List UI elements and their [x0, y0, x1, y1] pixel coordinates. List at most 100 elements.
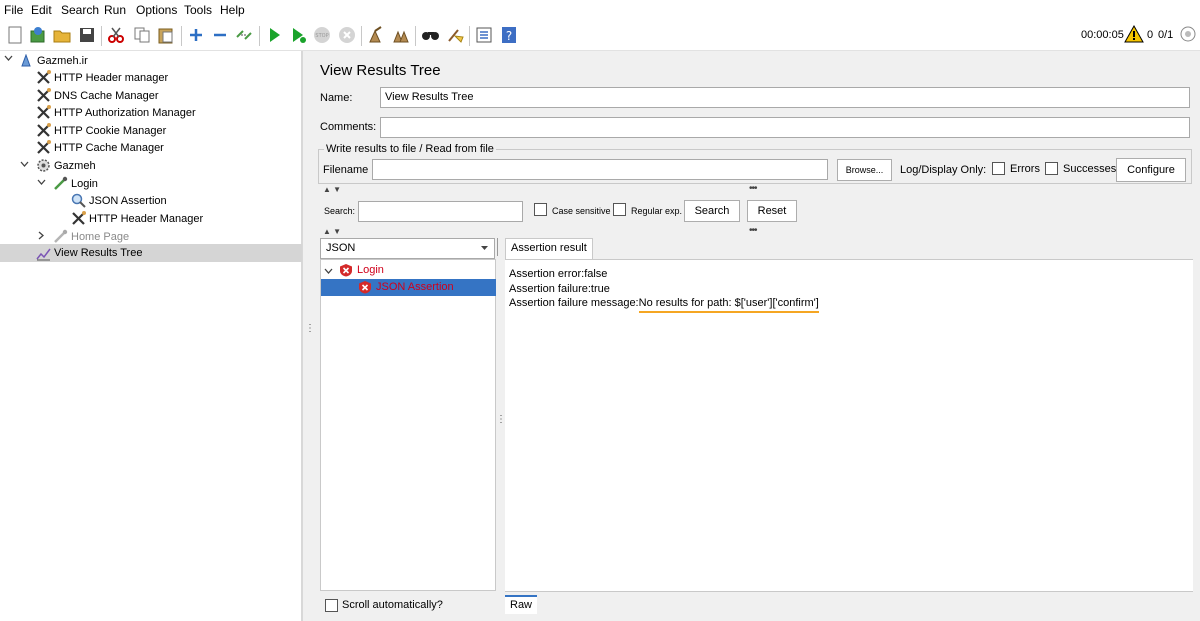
warning-count: 0 [1147, 29, 1154, 41]
tree-item-label: DNS Cache Manager [54, 89, 159, 102]
remote-icon[interactable] [1179, 25, 1197, 46]
tree-item-label: HTTP Cookie Manager [54, 124, 167, 137]
wrench-icon [35, 105, 51, 121]
start-icon[interactable] [263, 24, 285, 46]
chevron-down-icon [480, 243, 489, 255]
tree-item-view-results-tree[interactable]: View Results Tree [0, 244, 302, 262]
save-icon[interactable] [76, 24, 98, 46]
expand-icon[interactable] [185, 24, 207, 46]
browse-button[interactable]: Browse... [837, 159, 892, 181]
wrench-icon [35, 88, 51, 104]
case-sensitive-checkbox[interactable] [534, 203, 547, 216]
chevron-down-icon[interactable] [20, 160, 29, 171]
toolbar-separator [361, 26, 362, 46]
chevron-down-icon[interactable] [37, 178, 46, 189]
chevron-down-icon[interactable] [4, 54, 13, 65]
tab-scroll-indicator [497, 238, 498, 256]
tree-item-dns-cache-manager[interactable]: DNS Cache Manager [35, 87, 159, 104]
help-icon[interactable]: ? [498, 24, 520, 46]
search-button[interactable]: Search [684, 200, 740, 222]
clear-all-icon[interactable] [390, 24, 412, 46]
assertion-result-panel: Assertion error:false Assertion failure:… [505, 259, 1193, 591]
configure-button[interactable]: Configure [1116, 158, 1186, 182]
wrench-icon [35, 70, 51, 86]
tab-raw[interactable]: Raw [505, 595, 538, 614]
case-sensitive-label: Case sensitive [552, 206, 611, 216]
raw-tab-divider [505, 591, 1193, 592]
chevron-down-icon[interactable] [324, 267, 333, 279]
divider-collapse-icon[interactable]: ▲ ▼ [323, 185, 341, 194]
tree-item-root[interactable]: Gazmeh.ir [18, 52, 88, 69]
menu-options[interactable]: Options [136, 3, 177, 17]
sample-label: Login [357, 264, 384, 276]
tab-assertion-result[interactable]: Assertion result [505, 238, 593, 259]
tree-item-thread-group[interactable]: Gazmeh [35, 157, 96, 174]
menu-run[interactable]: Run [104, 3, 126, 17]
menu-search[interactable]: Search [61, 3, 99, 17]
shutdown-icon[interactable] [336, 24, 358, 46]
log-display-label: Log/Display Only: [900, 164, 987, 176]
renderer-select[interactable]: JSON [320, 238, 495, 259]
main-splitter[interactable]: ⋮ [302, 51, 315, 621]
templates-icon[interactable] [27, 24, 49, 46]
open-icon[interactable] [51, 24, 73, 46]
menu-edit[interactable]: Edit [31, 3, 52, 17]
name-label: Name: [320, 92, 353, 104]
divider-collapse-icon[interactable]: ▲ ▼ [323, 227, 341, 236]
tree-item-label: Login [71, 177, 98, 190]
errors-checkbox[interactable] [992, 162, 1005, 175]
tree-item-http-header-manager[interactable]: HTTP Header manager [35, 69, 168, 86]
regex-checkbox[interactable] [613, 203, 626, 216]
chevron-right-icon[interactable] [37, 231, 46, 242]
divider-grip[interactable]: ••• [749, 225, 757, 236]
tree-item-http-cache-manager[interactable]: HTTP Cache Manager [35, 139, 164, 156]
page-title: View Results Tree [320, 62, 441, 79]
wrench-icon [35, 123, 51, 139]
sample-login[interactable]: Login [339, 263, 384, 277]
sample-result-tree: Login JSON Assertion [320, 259, 496, 591]
new-icon[interactable] [4, 24, 26, 46]
successes-checkbox[interactable] [1045, 162, 1058, 175]
menu-help[interactable]: Help [220, 3, 245, 17]
warning-icon[interactable] [1124, 24, 1144, 46]
start-no-pause-icon[interactable] [287, 24, 309, 46]
stop-icon[interactable]: STOP [311, 24, 333, 46]
wrench-icon [35, 140, 51, 156]
tree-item-http-header-manager-2[interactable]: HTTP Header Manager [70, 210, 203, 227]
tree-item-label: HTTP Authorization Manager [54, 106, 196, 119]
sample-json-assertion-content: JSON Assertion [358, 280, 454, 294]
tree-item-home-page[interactable]: Home Page [52, 228, 129, 245]
svg-text:STOP: STOP [315, 33, 328, 39]
tree-item-json-assertion[interactable]: JSON Assertion [70, 192, 167, 209]
collapse-icon[interactable] [209, 24, 231, 46]
function-helper-icon[interactable] [473, 24, 495, 46]
tree-item-http-cookie-manager[interactable]: HTTP Cookie Manager [35, 122, 166, 139]
gear-icon [35, 158, 51, 174]
filename-field[interactable] [372, 159, 828, 180]
reset-search-icon[interactable] [444, 24, 466, 46]
tree-item-label: HTTP Header manager [54, 71, 169, 84]
tree-item-login[interactable]: Login [52, 175, 98, 192]
file-group-legend: Write results to file / Read from file [324, 143, 496, 155]
paste-icon[interactable] [155, 24, 177, 46]
menu-file[interactable]: File [4, 3, 23, 17]
search-icon[interactable] [420, 24, 442, 46]
toolbar-separator [469, 26, 470, 46]
clear-icon[interactable] [365, 24, 387, 46]
menu-tools[interactable]: Tools [184, 3, 212, 17]
divider-grip[interactable]: ••• [749, 183, 757, 194]
name-field[interactable]: View Results Tree [380, 87, 1190, 108]
toolbar: STOP ? 00:00:05 0 0/1 [0, 21, 1200, 51]
tree-item-http-authorization-manager[interactable]: HTTP Authorization Manager [35, 104, 196, 121]
menu-bar: File Edit Search Run Options Tools Help [0, 0, 1200, 21]
cut-icon[interactable] [105, 24, 127, 46]
error-shield-icon [339, 263, 353, 277]
copy-icon[interactable] [131, 24, 153, 46]
pipette-icon [52, 176, 68, 192]
scroll-automatically-checkbox[interactable] [325, 599, 338, 612]
sample-json-assertion[interactable]: JSON Assertion [321, 279, 496, 296]
reset-button[interactable]: Reset [747, 200, 797, 222]
toggle-icon[interactable] [233, 24, 255, 46]
search-input[interactable] [358, 201, 523, 222]
comments-field[interactable] [380, 117, 1190, 138]
